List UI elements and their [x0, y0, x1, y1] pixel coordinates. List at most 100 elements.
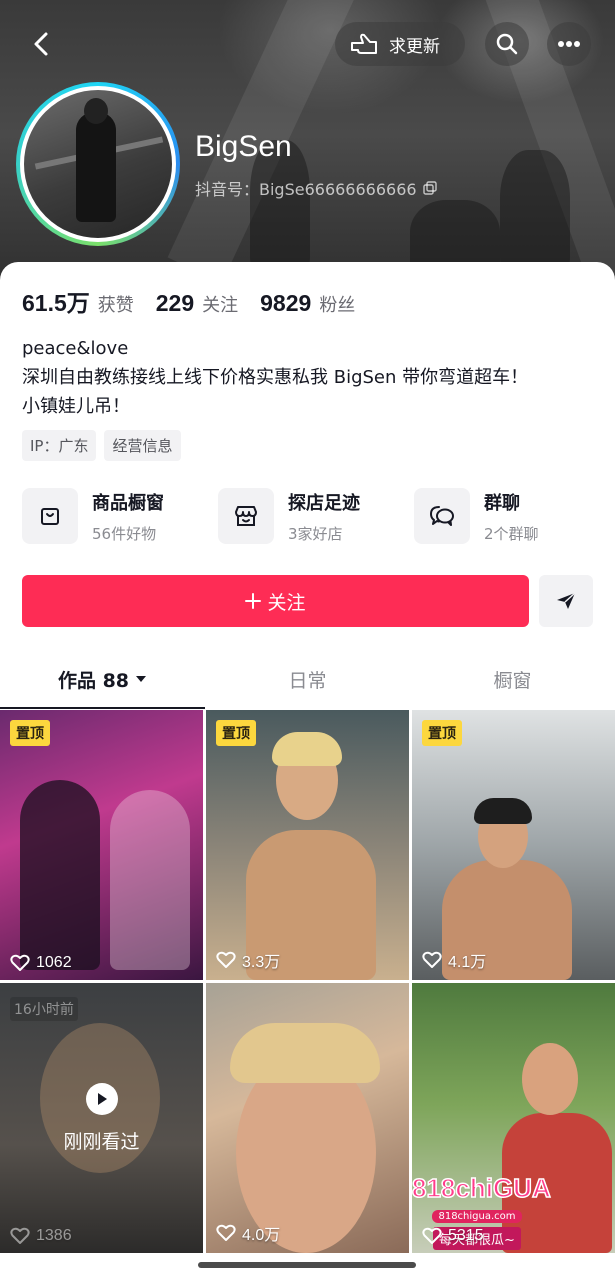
chevron-left-icon — [34, 32, 48, 56]
business-info-tag[interactable]: 经营信息 — [104, 430, 181, 461]
copy-icon[interactable] — [422, 181, 437, 195]
more-button[interactable] — [547, 22, 591, 66]
heart-icon — [422, 1227, 442, 1244]
tag-row: IP：广东 经营信息 — [22, 430, 181, 461]
like-count: 5315 — [422, 1227, 484, 1245]
store-icon — [235, 506, 257, 526]
follow-label: 关注 — [267, 591, 306, 614]
person-shape — [20, 780, 100, 970]
tab-daily[interactable]: 日常 — [205, 656, 410, 702]
hair-shape — [474, 798, 532, 824]
share-button[interactable] — [539, 575, 593, 627]
crowd-silhouette — [500, 150, 570, 270]
feature-title: 探店足迹 — [288, 492, 360, 514]
heart-icon — [216, 1224, 236, 1241]
heart-icon — [10, 1227, 30, 1244]
pointing-hand-icon — [351, 33, 377, 54]
ip-location-tag: IP：广东 — [22, 430, 97, 461]
heart-icon — [422, 951, 442, 968]
chat-bubbles-icon — [430, 506, 454, 526]
request-update-button[interactable]: 求更新 — [335, 22, 465, 66]
tab-label: 橱窗 — [493, 669, 532, 692]
douyin-id[interactable]: 抖音号：BigSe66666666666 — [195, 176, 437, 200]
stat-following[interactable]: 229 关注 — [156, 290, 238, 317]
promo-url: 818chigua.com — [432, 1210, 522, 1223]
search-button[interactable] — [485, 22, 529, 66]
video-tile[interactable]: 置顶 4.1万 — [412, 710, 615, 980]
request-update-label: 求更新 — [389, 36, 440, 57]
video-tile[interactable]: 4.0万 — [206, 983, 409, 1253]
tab-label: 日常 — [288, 669, 327, 692]
search-icon — [496, 33, 518, 55]
like-count-value: 1386 — [36, 1227, 72, 1244]
follow-button[interactable]: 关注 — [22, 575, 529, 627]
feature-shop-window[interactable]: 商品橱窗 56件好物 — [22, 488, 164, 544]
bio-line: peace&love — [22, 338, 129, 359]
caret-down-icon — [136, 676, 147, 682]
person-shape — [76, 112, 116, 222]
stat-label: 关注 — [202, 295, 239, 316]
shopping-bag-icon — [41, 508, 59, 525]
tab-showcase[interactable]: 橱窗 — [410, 656, 615, 702]
content-tabs: 作品 88 日常 橱窗 — [0, 656, 615, 706]
stat-likes[interactable]: 61.5万 获赞 — [22, 284, 134, 318]
video-tile[interactable]: 置顶 1062 — [0, 710, 203, 980]
active-tab-indicator — [0, 707, 205, 709]
plus-icon — [245, 593, 262, 609]
stat-value: 229 — [155, 290, 195, 316]
douyin-id-text: 抖音号：BigSe66666666666 — [195, 180, 417, 199]
stat-followers[interactable]: 9829 粉丝 — [260, 290, 355, 317]
tab-label: 作品 88 — [57, 669, 130, 692]
pinned-badge: 置顶 — [10, 720, 50, 746]
play-icon — [85, 1083, 118, 1115]
bio-line: 小镇娃儿吊！ — [22, 396, 130, 417]
feature-store-visits[interactable]: 探店足迹 3家好店 — [218, 488, 360, 544]
hair-shape — [272, 732, 342, 766]
like-count-value: 4.1万 — [448, 954, 487, 971]
feature-title: 群聊 — [484, 492, 520, 514]
pinned-badge: 置顶 — [216, 720, 256, 746]
stat-value: 9829 — [260, 290, 312, 316]
like-count: 4.1万 — [422, 948, 486, 972]
video-tile[interactable]: 置顶 3.3万 — [206, 710, 409, 980]
hair-shape — [230, 1023, 380, 1083]
feature-subtitle: 56件好物 — [92, 524, 157, 543]
feature-group-chat[interactable]: 群聊 2个群聊 — [414, 488, 539, 544]
like-count-value: 3.3万 — [242, 954, 281, 971]
bio: peace&love 深圳自由教练接线上线下价格实惠私我 BigSen 带你弯道… — [22, 334, 528, 421]
heart-icon — [10, 954, 30, 971]
like-count: 1386 — [10, 1227, 72, 1245]
avatar[interactable] — [16, 82, 180, 246]
like-count-value: 5315 — [448, 1227, 484, 1244]
feature-subtitle: 3家好店 — [288, 524, 343, 543]
pinned-badge: 置顶 — [422, 720, 462, 746]
stat-label: 粉丝 — [319, 295, 356, 316]
back-button[interactable] — [20, 22, 64, 66]
recently-watched-label: 刚刚看过 — [63, 1131, 140, 1153]
person-head-shape — [84, 98, 108, 124]
stats-row: 61.5万 获赞 229 关注 9829 粉丝 — [22, 284, 355, 318]
feature-icon-box — [218, 488, 274, 544]
recently-watched-overlay: 刚刚看过 — [0, 1083, 203, 1154]
feature-icon-box — [22, 488, 78, 544]
time-badge: 16小时前 — [10, 997, 78, 1021]
video-tile[interactable]: 818chiGUA 818chigua.com 每天都很瓜~ 5315 — [412, 983, 615, 1253]
crowd-shape — [110, 790, 190, 970]
video-tile[interactable]: 16小时前 刚刚看过 1386 — [0, 983, 203, 1253]
like-count: 3.3万 — [216, 948, 280, 972]
more-dots-icon — [558, 41, 580, 47]
profile-card: 61.5万 获赞 229 关注 9829 粉丝 peace&love 深圳自由教… — [0, 262, 615, 1280]
home-indicator[interactable] — [198, 1262, 416, 1268]
feature-subtitle: 2个群聊 — [484, 524, 539, 543]
like-count: 1062 — [10, 954, 72, 972]
head-shape — [522, 1043, 578, 1115]
tab-works[interactable]: 作品 88 — [0, 656, 205, 702]
stat-label: 获赞 — [97, 295, 134, 316]
feature-entries: 商品橱窗 56件好物 探店足迹 3家好店 群聊 2个群聊 — [22, 488, 602, 548]
send-icon — [557, 592, 576, 609]
like-count: 4.0万 — [216, 1221, 280, 1245]
heart-icon — [216, 951, 236, 968]
feature-icon-box — [414, 488, 470, 544]
like-count-value: 4.0万 — [242, 1227, 281, 1244]
feature-title: 商品橱窗 — [92, 492, 164, 514]
